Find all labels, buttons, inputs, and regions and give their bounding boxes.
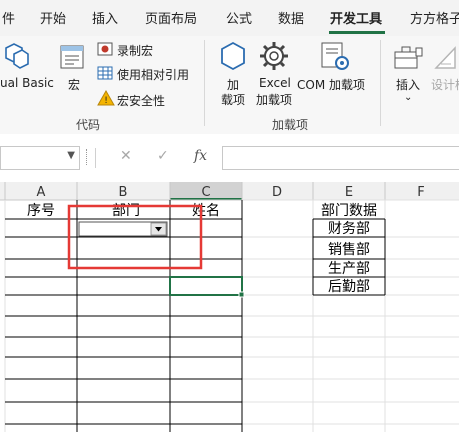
record-macro-icon	[97, 42, 113, 56]
selected-cell[interactable]	[169, 276, 243, 296]
addins-icon	[221, 41, 245, 71]
active-tab-indicator	[329, 31, 385, 34]
tab-developer[interactable]: 开发工具	[330, 8, 382, 27]
chevron-down-icon[interactable]: ⌄	[404, 92, 412, 103]
group-label-code: 代码	[76, 118, 101, 132]
com-addins-icon	[321, 42, 349, 70]
cell-e-value-1[interactable]: 财务部	[328, 221, 370, 237]
com-addins-button[interactable]: COM 加载项	[297, 76, 365, 93]
column-header-c[interactable]: C	[201, 185, 210, 200]
formula-bar-separator	[95, 148, 96, 168]
excel-addins-label-1[interactable]: Excel	[259, 76, 291, 90]
cell-e-header[interactable]: 部门数据	[321, 203, 377, 219]
formula-bar: ▼ ✕ ✓ fx	[0, 134, 459, 183]
tab-page-layout[interactable]: 页面布局	[145, 8, 197, 27]
gear-icon	[260, 42, 288, 70]
cancel-icon[interactable]: ✕	[120, 148, 132, 164]
chevron-down-icon[interactable]: ▼	[67, 150, 75, 161]
ribbon-tab-bar: 件 开始 插入 页面布局 公式 数据 开发工具 方方格子	[0, 0, 459, 36]
cell-e-value-3[interactable]: 生产部	[328, 261, 370, 277]
tab-insert[interactable]: 插入	[92, 8, 118, 27]
ribbon-panel: ual Basic 宏 录制宏 使用相对引用 ! 宏安全性 代码 加 载项 Ex…	[0, 36, 459, 135]
insert-function-icon[interactable]: fx	[194, 148, 207, 164]
design-mode-icon	[434, 46, 456, 69]
ribbon-separator	[380, 40, 381, 126]
relative-reference-icon	[97, 66, 113, 80]
group-label-addins: 加载项	[272, 118, 309, 132]
visual-basic-button[interactable]: ual Basic	[0, 76, 54, 90]
design-mode-button: 设计模	[431, 78, 459, 92]
name-box[interactable]: ▼	[0, 146, 80, 170]
macro-icon	[60, 45, 84, 69]
splitter-handle[interactable]	[86, 149, 89, 165]
column-header-f[interactable]: F	[417, 185, 424, 200]
column-header-b[interactable]: B	[119, 185, 128, 200]
insert-controls-button[interactable]: 插入	[396, 76, 420, 93]
tab-fangfang[interactable]: 方方格子	[410, 8, 459, 27]
tab-formulas[interactable]: 公式	[226, 8, 252, 27]
worksheet[interactable]: A B C D E F 序号 部门 姓名 部门数据 财务部 销售部 生产部 后勤…	[0, 182, 459, 432]
cell-a1[interactable]: 序号	[27, 203, 55, 219]
record-macro-button[interactable]: 录制宏	[117, 42, 153, 59]
cell-e-value-4[interactable]: 后勤部	[328, 279, 370, 295]
addins-label-2[interactable]: 载项	[221, 91, 245, 108]
macros-button[interactable]: 宏	[68, 76, 80, 93]
relative-reference-button[interactable]: 使用相对引用	[117, 66, 189, 83]
cell-e-value-2[interactable]: 销售部	[328, 242, 370, 258]
tab-home[interactable]: 开始	[40, 8, 66, 27]
excel-addins-label-2[interactable]: 加载项	[256, 91, 292, 108]
column-header-a[interactable]: A	[37, 185, 46, 200]
macro-security-button[interactable]: 宏安全性	[117, 92, 165, 109]
fill-handle[interactable]	[238, 291, 245, 298]
column-header-d[interactable]: D	[272, 185, 282, 200]
svg-text:!: !	[104, 96, 108, 106]
column-header-e[interactable]: E	[345, 185, 353, 200]
formula-input[interactable]	[222, 146, 459, 170]
visual-basic-icon	[5, 43, 29, 69]
warning-icon: !	[97, 90, 115, 106]
ribbon-separator	[204, 40, 205, 126]
toolbox-icon	[394, 46, 423, 69]
tab-file[interactable]: 件	[2, 8, 15, 27]
enter-icon[interactable]: ✓	[157, 148, 169, 164]
tab-data[interactable]: 数据	[278, 8, 304, 27]
grid-svg[interactable]: A B C D E F 序号 部门 姓名 部门数据 财务部 销售部 生产部 后勤…	[0, 182, 459, 432]
